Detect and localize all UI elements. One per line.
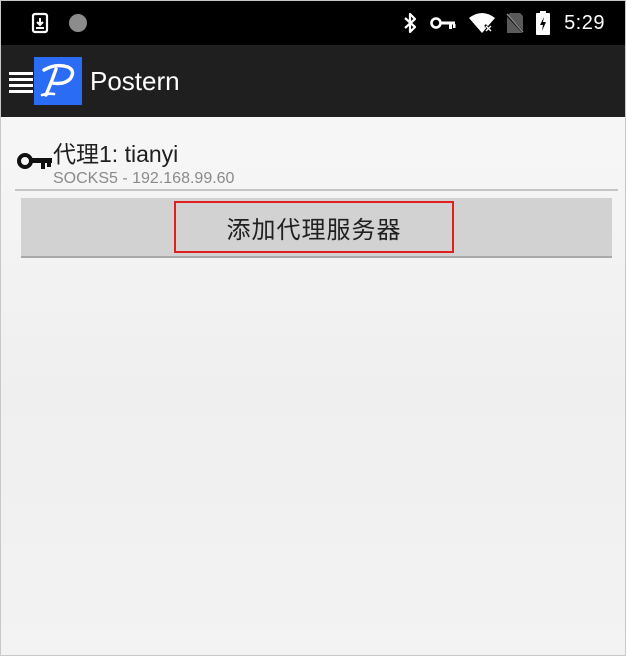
proxy-title: 代理1: tianyi [53,141,179,167]
key-icon [17,153,52,169]
menu-icon[interactable] [9,71,33,93]
circle-indicator-icon [69,14,87,32]
battery-charging-icon [536,11,551,35]
proxy-subtitle: SOCKS5 - 192.168.99.60 [53,170,235,187]
screen: 5:29 Postern 代理1: tianyi SOCKS5 - 192.16… [0,0,626,656]
list-divider [15,189,618,191]
bluetooth-icon [404,12,417,34]
add-proxy-server-button[interactable]: 添加代理服务器 [21,198,612,258]
status-bar-right: 5:29 [402,10,605,36]
vpn-key-icon [430,17,456,29]
add-proxy-server-button-label: 添加代理服务器 [226,215,402,244]
wifi-icon [469,13,496,33]
highlight-annotation-box: 添加代理服务器 [174,201,454,253]
download-icon [31,12,49,34]
app-bar: Postern [1,45,625,117]
proxy-list-item[interactable]: 代理1: tianyi SOCKS5 - 192.168.99.60 [15,123,615,189]
postern-logo-glyph [40,63,75,97]
status-bar: 5:29 [1,1,625,45]
status-time: 5:29 [564,11,605,34]
postern-logo-icon [34,57,82,105]
no-sim-icon [506,13,525,34]
app-title: Postern [90,66,180,96]
